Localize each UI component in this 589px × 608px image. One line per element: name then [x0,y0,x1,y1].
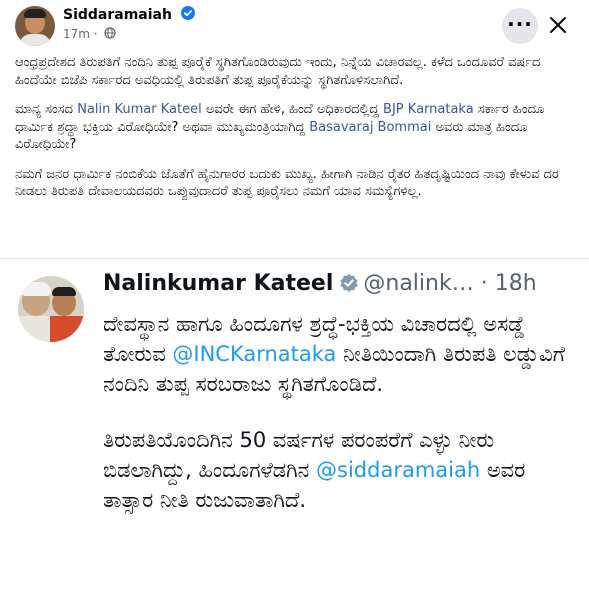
close-button[interactable] [543,10,573,40]
tweet-handle[interactable]: @nalink… [363,271,473,296]
mention-link[interactable]: BJP Karnataka [383,102,474,117]
text-span: ನಮಗೆ ಜನರ ಧಾರ್ಮಿಕ ನಂಬಿಕೆಯ ಜೊತೆಗೆ ಹೈನುಗಾರರ… [15,166,559,200]
post-meta: 17m · [63,27,117,42]
mention-link[interactable]: @siddaramaiah [316,458,480,482]
avatar-hair [52,287,76,296]
tweet-paragraph-2: ತಿರುಪತಿಯೊಂದಿಗಿನ 50 ವರ್ಷಗಳ ಪರಂಪರೆಗೆ ಎಳ್ಳು… [103,425,573,515]
mention-link[interactable]: @INCKarnataka [172,342,336,366]
tweet-text: ದೇವಸ್ಥಾನ ಹಾಗೂ ಹಿಂದೂಗಳ ಶ್ರದ್ಧೆ-ಭಕ್ತಿಯ ವಿಚ… [103,309,573,541]
meta-separator: · [93,27,98,41]
post-header: Siddaramaiah 17m · ··· [0,0,589,50]
verified-badge-icon [339,273,359,299]
post-paragraph-1: ಆಂಧ್ರಪ್ರದೇಶದ ತಿರುಪತಿಗೆ ನಂದಿನಿ ತುಪ್ಪ ಪೂರೈ… [15,54,570,89]
more-options-button[interactable]: ··· [502,8,538,44]
globe-icon [104,27,117,42]
avatar-hair [24,9,46,18]
verified-badge-icon [180,6,195,24]
mention-link[interactable]: Nalin Kumar Kateel [77,102,201,117]
post-time[interactable]: 17m [63,27,90,41]
close-icon [550,17,566,33]
tweet-separator: · [480,271,488,296]
post-paragraph-2: ಮಾನ್ಯ ಸಂಸದ Nalin Kumar Kateel ಅವರೇ ಈಗ ಹೇ… [15,101,570,154]
author-name-row[interactable]: Siddaramaiah [63,6,195,24]
post-paragraph-3: ನಮಗೆ ಜನರ ಧಾರ್ಮಿಕ ನಂಬಿಕೆಯ ಜೊತೆಗೆ ಹೈನುಗಾರರ… [15,166,570,201]
avatar-shirt [19,34,51,46]
avatar-figure [50,316,84,342]
text-span: ಅವರೇ ಈಗ ಹೇಳಿ, ಹಿಂದೆ ಅಧಿಕಾರದಲ್ಲಿದ್ದ [201,102,384,117]
author-name[interactable]: Siddaramaiah [63,7,172,23]
author-avatar[interactable] [15,6,55,46]
avatar-figure [18,316,52,342]
tweet-paragraph-1: ದೇವಸ್ಥಾನ ಹಾಗೂ ಹಿಂದೂಗಳ ಶ್ರದ್ಧೆ-ಭಕ್ತಿಯ ವಿಚ… [103,309,573,399]
tweet-author-name[interactable]: Nalinkumar Kateel [103,271,333,296]
tweet-author-avatar[interactable] [18,276,84,342]
text-span: ಆಂಧ್ರಪ್ರದೇಶದ ತಿರುಪತಿಗೆ ನಂದಿನಿ ತುಪ್ಪ ಪೂರೈ… [15,55,541,88]
text-span: ಮಾನ್ಯ ಸಂಸದ [15,102,78,117]
post-text: ಆಂಧ್ರಪ್ರದೇಶದ ತಿರುಪತಿಗೆ ನಂದಿನಿ ತುಪ್ಪ ಪೂರೈ… [15,54,570,213]
more-options-icon: ··· [507,12,533,36]
embedded-tweet[interactable]: Nalinkumar Kateel @nalink… · 18h ದೇವಸ್ಥಾನ… [0,258,589,608]
tweet-time[interactable]: 18h [495,271,537,296]
avatar-hair [21,282,51,296]
facebook-post: Siddaramaiah 17m · ··· ಆಂಧ್ರಪ್ರದೇಶದ ತಿರು… [0,0,589,608]
tweet-header: Nalinkumar Kateel @nalink… · 18h [103,271,537,299]
mention-link[interactable]: Basavaraj Bommai [309,120,431,135]
